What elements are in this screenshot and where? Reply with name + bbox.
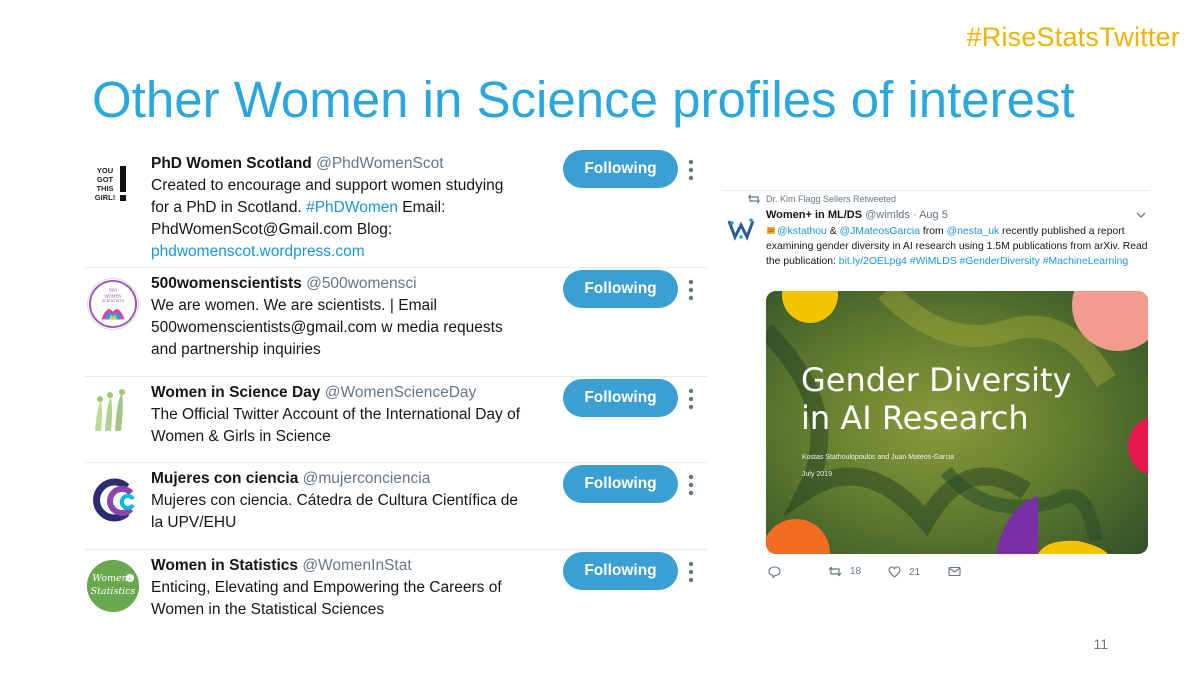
account-handle[interactable]: @mujerconciencia xyxy=(303,470,431,487)
mujeres-con-ciencia-logo-icon xyxy=(93,478,135,522)
tweet-media-image[interactable]: Gender Diversity in AI Research Kostas S… xyxy=(766,291,1148,554)
hashtag-link[interactable]: #MachineLearning xyxy=(1043,256,1129,267)
svg-text:THIS: THIS xyxy=(96,184,113,193)
list-item[interactable]: 500 WOMEN SCIENTISTS 500womenscientists … xyxy=(84,268,708,377)
women-in-statistics-logo-icon: Women in Statistics xyxy=(87,560,139,612)
hashtag-link[interactable]: #PhDWomen xyxy=(306,199,398,216)
avatar[interactable] xyxy=(724,211,758,245)
reply-icon xyxy=(768,566,781,578)
media-authors: Kostas Stathoulopoulos and Juan Mateos-G… xyxy=(802,454,955,461)
500-women-scientists-logo-icon: 500 WOMEN SCIENTISTS xyxy=(88,279,138,329)
account-name[interactable]: 500womenscientists xyxy=(151,275,302,292)
like-button[interactable]: 21 xyxy=(888,566,920,578)
page-number: 11 xyxy=(1093,636,1108,652)
hashtag-link[interactable]: #GenderDiversity xyxy=(960,256,1040,267)
media-date: July 2019 xyxy=(802,471,832,478)
retweet-icon xyxy=(828,566,842,577)
svg-text:in: in xyxy=(128,576,131,581)
list-item[interactable]: YOU GOT THIS GIRL! PhD Women Scotland @P… xyxy=(84,148,708,268)
account-handle[interactable]: @WomenInStat xyxy=(302,557,411,574)
slide-title: Other Women in Science profiles of inter… xyxy=(92,71,1075,128)
chevron-down-icon[interactable] xyxy=(1136,211,1146,219)
tweet-author[interactable]: Women+ in ML/DS xyxy=(766,209,862,221)
url-link[interactable]: bit.ly/2OELpg4 xyxy=(839,256,907,267)
more-options-icon[interactable] xyxy=(687,473,695,497)
svg-text:GOT: GOT xyxy=(97,175,114,184)
direct-message-button[interactable] xyxy=(948,566,961,577)
more-options-icon[interactable] xyxy=(687,387,695,411)
account-handle[interactable]: @500womensci xyxy=(306,275,417,292)
list-item[interactable]: Mujeres con ciencia @mujerconciencia Muj… xyxy=(84,463,708,550)
reply-button[interactable] xyxy=(768,566,781,578)
retweet-count: 18 xyxy=(850,566,862,577)
list-item[interactable]: Women in Statistics Women in Statistics … xyxy=(84,550,708,636)
more-options-icon[interactable] xyxy=(687,560,695,584)
account-name[interactable]: Women in Science Day xyxy=(151,384,320,401)
following-button[interactable]: Following xyxy=(563,552,678,590)
tweet-handle-date[interactable]: @wimlds · Aug 5 xyxy=(862,209,948,221)
account-handle[interactable]: @WomenScienceDay xyxy=(325,384,477,401)
mention-link[interactable]: @kstathou xyxy=(777,226,827,237)
avatar[interactable]: YOU GOT THIS GIRL! xyxy=(87,158,139,210)
account-bio: The Official Twitter Account of the Inte… xyxy=(151,406,521,445)
following-button[interactable]: Following xyxy=(563,150,678,188)
mention-link[interactable]: @nesta_uk xyxy=(947,226,1000,237)
envelope-icon xyxy=(948,566,961,577)
like-count: 21 xyxy=(909,566,921,578)
retweet-button[interactable]: 18 xyxy=(828,566,861,577)
slide-hashtag: #RiseStatsTwitter xyxy=(966,22,1180,52)
account-name[interactable]: Mujeres con ciencia xyxy=(151,470,298,487)
avatar[interactable]: 500 WOMEN SCIENTISTS xyxy=(87,278,139,330)
account-handle[interactable]: @PhdWomenScot xyxy=(316,155,443,172)
svg-text:SCIENTISTS: SCIENTISTS xyxy=(102,299,125,303)
retweet-icon xyxy=(748,194,760,204)
more-options-icon[interactable] xyxy=(687,278,695,302)
mention-link[interactable]: @JMateosGarcia xyxy=(840,226,920,237)
account-bio: Enticing, Elevating and Empowering the C… xyxy=(151,579,502,618)
svg-text:YOU: YOU xyxy=(97,166,113,175)
retweeted-tweet[interactable]: Dr. Kim Flagg Sellers Retweeted Women+ i… xyxy=(722,190,1150,585)
retweeted-by-label[interactable]: Dr. Kim Flagg Sellers Retweeted xyxy=(766,194,896,204)
women-in-science-day-logo-icon xyxy=(95,389,125,431)
more-options-icon[interactable] xyxy=(687,158,695,182)
blog-link[interactable]: phdwomenscot.wordpress.com xyxy=(151,243,365,260)
svg-text:GIRL!: GIRL! xyxy=(95,193,115,202)
avatar[interactable] xyxy=(87,473,139,525)
avatar[interactable]: Women in Statistics xyxy=(87,560,139,612)
avatar[interactable] xyxy=(87,387,139,439)
tweet-text: @kstathou & @JMateosGarcia from @nesta_u… xyxy=(766,226,1148,267)
svg-text:WOMEN: WOMEN xyxy=(104,293,121,298)
list-item[interactable]: Women in Science Day @WomenScienceDay Th… xyxy=(84,377,708,463)
hashtag-link[interactable]: #WiMLDS xyxy=(910,256,957,267)
following-button[interactable]: Following xyxy=(563,379,678,417)
following-button[interactable]: Following xyxy=(563,270,678,308)
scroll-emoji-icon xyxy=(767,227,775,234)
svg-text:Statistics: Statistics xyxy=(91,586,136,597)
following-list: YOU GOT THIS GIRL! PhD Women Scotland @P… xyxy=(84,148,708,636)
account-bio: Created to encourage and support women s… xyxy=(151,177,504,260)
account-name[interactable]: PhD Women Scotland xyxy=(151,155,312,172)
media-title: Gender Diversity in AI Research xyxy=(801,361,1072,437)
heart-icon xyxy=(888,566,901,578)
account-name[interactable]: Women in Statistics xyxy=(151,557,298,574)
following-button[interactable]: Following xyxy=(563,465,678,503)
account-bio: Mujeres con ciencia. Cátedra de Cultura … xyxy=(151,492,519,531)
svg-text:Women: Women xyxy=(92,573,128,584)
you-got-this-girl-logo-icon: YOU GOT THIS GIRL! xyxy=(95,166,126,202)
account-bio: We are women. We are scientists. | Email… xyxy=(151,297,503,358)
